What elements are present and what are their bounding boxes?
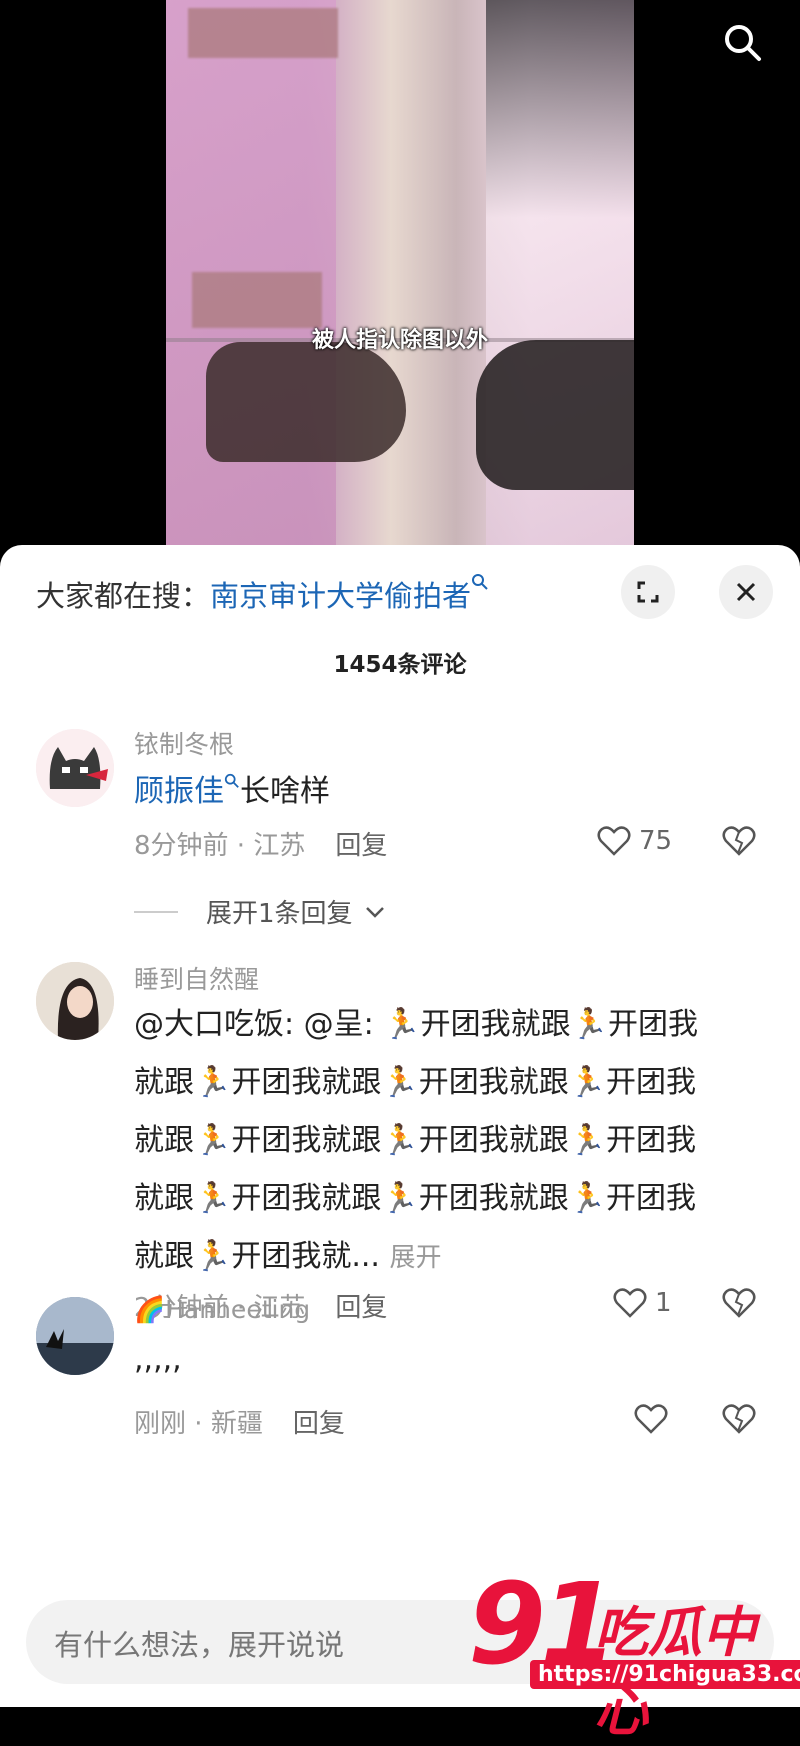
reply-button[interactable]: 回复 [293,1409,345,1439]
hot-search-prefix: 大家都在搜： [36,579,211,613]
like-count: 75 [639,826,673,856]
dislike-heart-icon[interactable] [722,1403,756,1435]
video-player[interactable]: 被人指认除图以外 [0,0,800,560]
reply-button[interactable]: 回复 [335,1293,387,1323]
hot-search-term[interactable]: 南京审计大学偷拍者 [210,579,471,613]
portrait-avatar-icon [36,962,114,1040]
like-button[interactable] [634,1403,668,1435]
comment-count: 1454条评论 [333,652,467,678]
comment-input-placeholder: 有什么想法，展开说说 [54,1628,345,1662]
heart-icon [613,1288,647,1318]
like-button[interactable]: 1 [613,1287,672,1319]
video-subtitle: 被人指认除图以外 [311,328,488,353]
search-small-icon [224,773,239,788]
comment-meta: 刚刚 · 新疆 回复 [134,1409,345,1439]
comment-text: 顾振佳 长啥样 [134,773,330,809]
dislike-heart-icon[interactable] [722,825,756,857]
fullscreen-button[interactable] [621,565,675,619]
chevron-down-icon [365,906,384,918]
comment-username[interactable]: 铱制冬根 [134,725,234,761]
comment-text: @大口吃饭: @呈: 🏃开团我就跟🏃开团我 就跟🏃开团我就跟🏃开团我就跟🏃开团我… [134,1007,698,1274]
expand-replies-button[interactable]: 展开1条回复 [134,893,385,930]
like-button[interactable]: 75 [597,825,672,857]
hot-search-bar[interactable]: 大家都在搜：南京审计大学偷拍者 [36,573,489,615]
comment-username[interactable]: 睡到自然醒 [134,960,259,996]
avatar[interactable] [36,962,114,1040]
heart-icon [634,1404,668,1434]
avatar[interactable] [36,1297,114,1375]
video-frame [166,0,634,545]
mosaic-blur [188,8,338,58]
comment-username[interactable]: 🌈Hanheeting [134,1295,310,1325]
cat-avatar-icon [36,729,114,807]
close-button[interactable] [719,565,773,619]
search-icon[interactable] [722,22,762,62]
comment-text: ,,,,, [134,1342,182,1377]
expand-text-button[interactable]: 展开 [390,1243,442,1273]
mosaic-blur [192,272,322,328]
dislike-heart-icon[interactable] [722,1287,756,1319]
sky-avatar-icon [36,1297,114,1375]
comment-meta: 8分钟前 · 江苏 回复 [134,831,388,861]
comments-panel: 大家都在搜：南京审计大学偷拍者 1454条评论 铱制冬根 顾振佳 长啥样 8分钟前… [0,545,800,1707]
avatar[interactable] [36,729,114,807]
close-icon [736,582,756,602]
reply-button[interactable]: 回复 [335,831,387,861]
like-count: 1 [655,1288,672,1318]
watermark-logo: 91 吃瓜中心 https://91chigua33.com [468,1560,800,1743]
search-small-icon [472,574,488,590]
mention-link[interactable]: 顾振佳 [134,774,224,809]
heart-icon [597,826,631,856]
expand-icon [637,581,659,603]
